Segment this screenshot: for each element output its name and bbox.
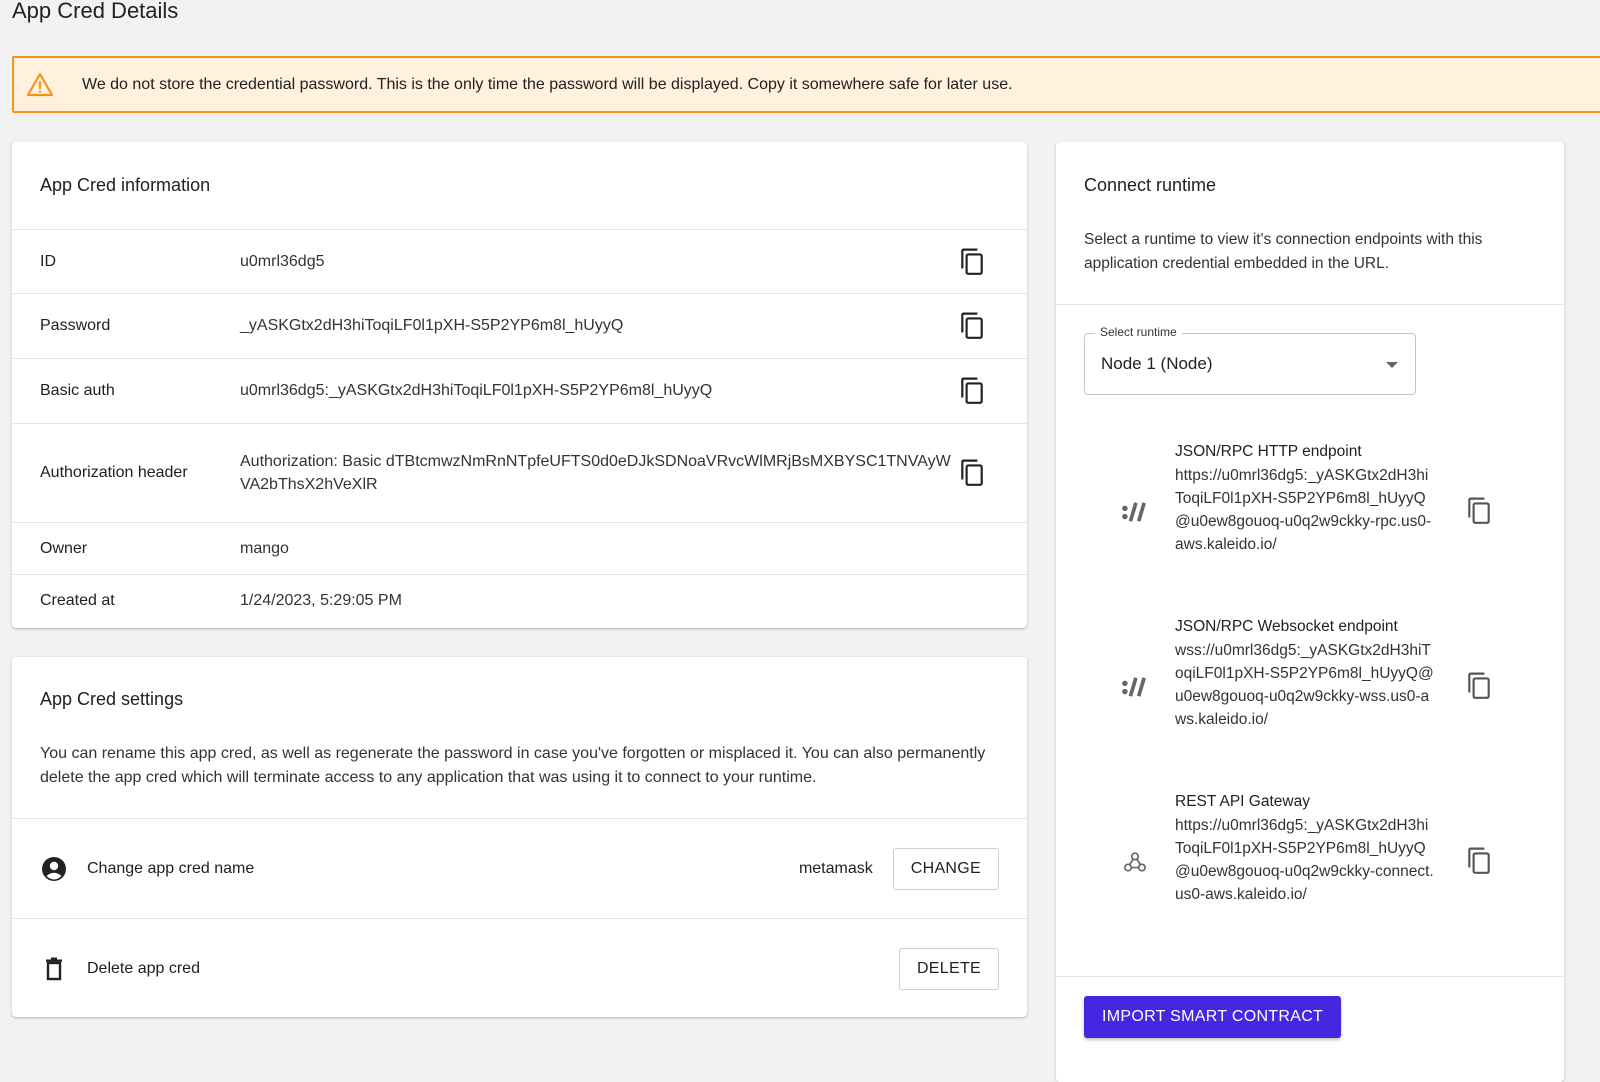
divider xyxy=(1056,304,1564,305)
row-label: ID xyxy=(40,252,56,270)
warning-banner: We do not store the credential password.… xyxy=(12,56,1600,113)
settings-description: You can rename this app cred, as well as… xyxy=(40,745,986,786)
delete-row: Delete app cred DELETE xyxy=(12,918,1027,1018)
info-row-id: ID u0mrl36dg5 xyxy=(12,229,1027,293)
current-app-cred-name: metamask xyxy=(798,859,873,877)
account-circle-icon xyxy=(40,855,68,883)
copy-icon[interactable] xyxy=(1466,497,1492,525)
row-label: Password xyxy=(40,317,111,334)
endpoint-title: REST API Gateway xyxy=(1175,793,1310,810)
warning-icon xyxy=(26,71,54,99)
banner-text: We do not store the credential password.… xyxy=(82,75,1013,93)
copy-icon[interactable] xyxy=(959,248,985,276)
select-runtime-label: Select runtime xyxy=(1095,325,1182,339)
copy-icon[interactable] xyxy=(1466,847,1492,875)
webhook-icon xyxy=(1120,848,1150,876)
row-label: Owner xyxy=(40,539,88,557)
endpoint-title: JSON/RPC HTTP endpoint xyxy=(1175,443,1362,460)
protocol-icon xyxy=(1120,673,1150,701)
runtime-card-title: Connect runtime xyxy=(1084,175,1217,195)
import-smart-contract-button[interactable]: IMPORT SMART CONTRACT xyxy=(1084,996,1342,1038)
info-row-created-at: Created at 1/24/2023, 5:29:05 PM xyxy=(12,574,1027,627)
endpoint-url: https://u0mrl36dg5:_yASKGtx2dH3hiToqiLF0… xyxy=(1175,816,1434,904)
endpoint-item: JSON/RPC Websocket endpoint wss://u0mrl3… xyxy=(1056,615,1564,765)
endpoint-item: REST API Gateway https://u0mrl36dg5:_yAS… xyxy=(1056,790,1564,940)
row-value: u0mrl36dg5:_yASKGtx2dH3hiToqiLF0l1pXH-S5… xyxy=(240,382,713,400)
info-row-owner: Owner mango xyxy=(12,522,1027,574)
app-cred-settings-card: App Cred settings You can rename this ap… xyxy=(12,657,1027,1017)
info-card-title: App Cred information xyxy=(40,175,211,195)
endpoint-url: wss://u0mrl36dg5:_yASKGtx2dH3hiToqiLF0l1… xyxy=(1175,641,1434,729)
info-table: ID u0mrl36dg5 Password _yASKGtx2dH3hiToq… xyxy=(12,229,1027,627)
change-name-label: Change app cred name xyxy=(87,859,255,877)
copy-icon[interactable] xyxy=(959,459,985,487)
trash-icon xyxy=(40,955,68,983)
info-row-basic-auth: Basic auth u0mrl36dg5:_yASKGtx2dH3hiToqi… xyxy=(12,358,1027,423)
row-label: Basic auth xyxy=(40,382,115,399)
chevron-down-icon xyxy=(1386,362,1398,368)
select-runtime-dropdown[interactable]: Select runtime Node 1 (Node) xyxy=(1084,325,1416,395)
select-runtime-value: Node 1 (Node) xyxy=(1101,354,1213,373)
divider xyxy=(1056,976,1564,977)
row-value: u0mrl36dg5 xyxy=(240,252,325,270)
runtime-description: Select a runtime to view it's connection… xyxy=(1084,231,1483,272)
settings-card-title: App Cred settings xyxy=(40,689,184,709)
copy-icon[interactable] xyxy=(959,312,985,340)
row-label: Authorization header xyxy=(40,464,188,481)
endpoint-item: JSON/RPC HTTP endpoint https://u0mrl36dg… xyxy=(1056,440,1564,590)
delete-label: Delete app cred xyxy=(87,959,200,977)
connect-runtime-card: Connect runtime Select a runtime to view… xyxy=(1056,142,1564,1082)
copy-icon[interactable] xyxy=(959,377,985,405)
page-title: App Cred Details xyxy=(12,0,179,23)
endpoint-title: JSON/RPC Websocket endpoint xyxy=(1175,618,1398,635)
delete-button[interactable]: DELETE xyxy=(898,947,999,990)
copy-icon[interactable] xyxy=(1466,672,1492,700)
row-label: Created at xyxy=(40,592,115,609)
row-value: mango xyxy=(240,539,289,557)
info-row-password: Password _yASKGtx2dH3hiToqiLF0l1pXH-S5P2… xyxy=(12,293,1027,358)
change-button[interactable]: CHANGE xyxy=(892,847,999,890)
row-value: 1/24/2023, 5:29:05 PM xyxy=(240,592,402,610)
protocol-icon xyxy=(1120,498,1150,526)
row-value: Authorization: Basic dTBtcmwzNmRnNTpfeUF… xyxy=(240,452,951,494)
app-cred-info-card: App Cred information ID u0mrl36dg5 Passw… xyxy=(12,142,1027,628)
row-value: _yASKGtx2dH3hiToqiLF0l1pXH-S5P2YP6m8l_hU… xyxy=(240,317,624,335)
info-row-authorization-header: Authorization header Authorization: Basi… xyxy=(12,423,1027,522)
change-name-row: Change app cred name metamask CHANGE xyxy=(12,818,1027,918)
endpoint-url: https://u0mrl36dg5:_yASKGtx2dH3hiToqiLF0… xyxy=(1175,466,1432,554)
